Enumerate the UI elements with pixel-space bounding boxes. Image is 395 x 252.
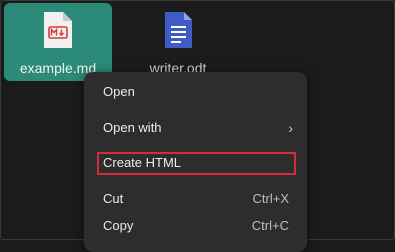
chevron-right-icon: › bbox=[288, 120, 293, 136]
highlight-outline bbox=[97, 152, 296, 175]
menu-item-shortcut: Ctrl+C bbox=[251, 218, 289, 233]
menu-item-label: Open bbox=[103, 84, 135, 99]
menu-item-open-with[interactable]: Open with › bbox=[88, 114, 303, 142]
document-file-icon bbox=[165, 12, 192, 48]
menu-item-copy[interactable]: Copy Ctrl+C bbox=[88, 212, 303, 240]
file-writer-odt[interactable]: writer.odt bbox=[124, 3, 232, 81]
menu-item-label: Copy bbox=[103, 218, 134, 233]
file-example-md[interactable]: example.md bbox=[4, 3, 112, 81]
menu-item-cut[interactable]: Cut Ctrl+X bbox=[88, 185, 303, 213]
menu-item-shortcut: Ctrl+X bbox=[252, 191, 289, 206]
menu-item-label: Open with bbox=[103, 120, 162, 135]
menu-item-open[interactable]: Open bbox=[88, 78, 303, 106]
markdown-file-icon bbox=[44, 12, 72, 48]
menu-item-label: Cut bbox=[103, 191, 124, 206]
